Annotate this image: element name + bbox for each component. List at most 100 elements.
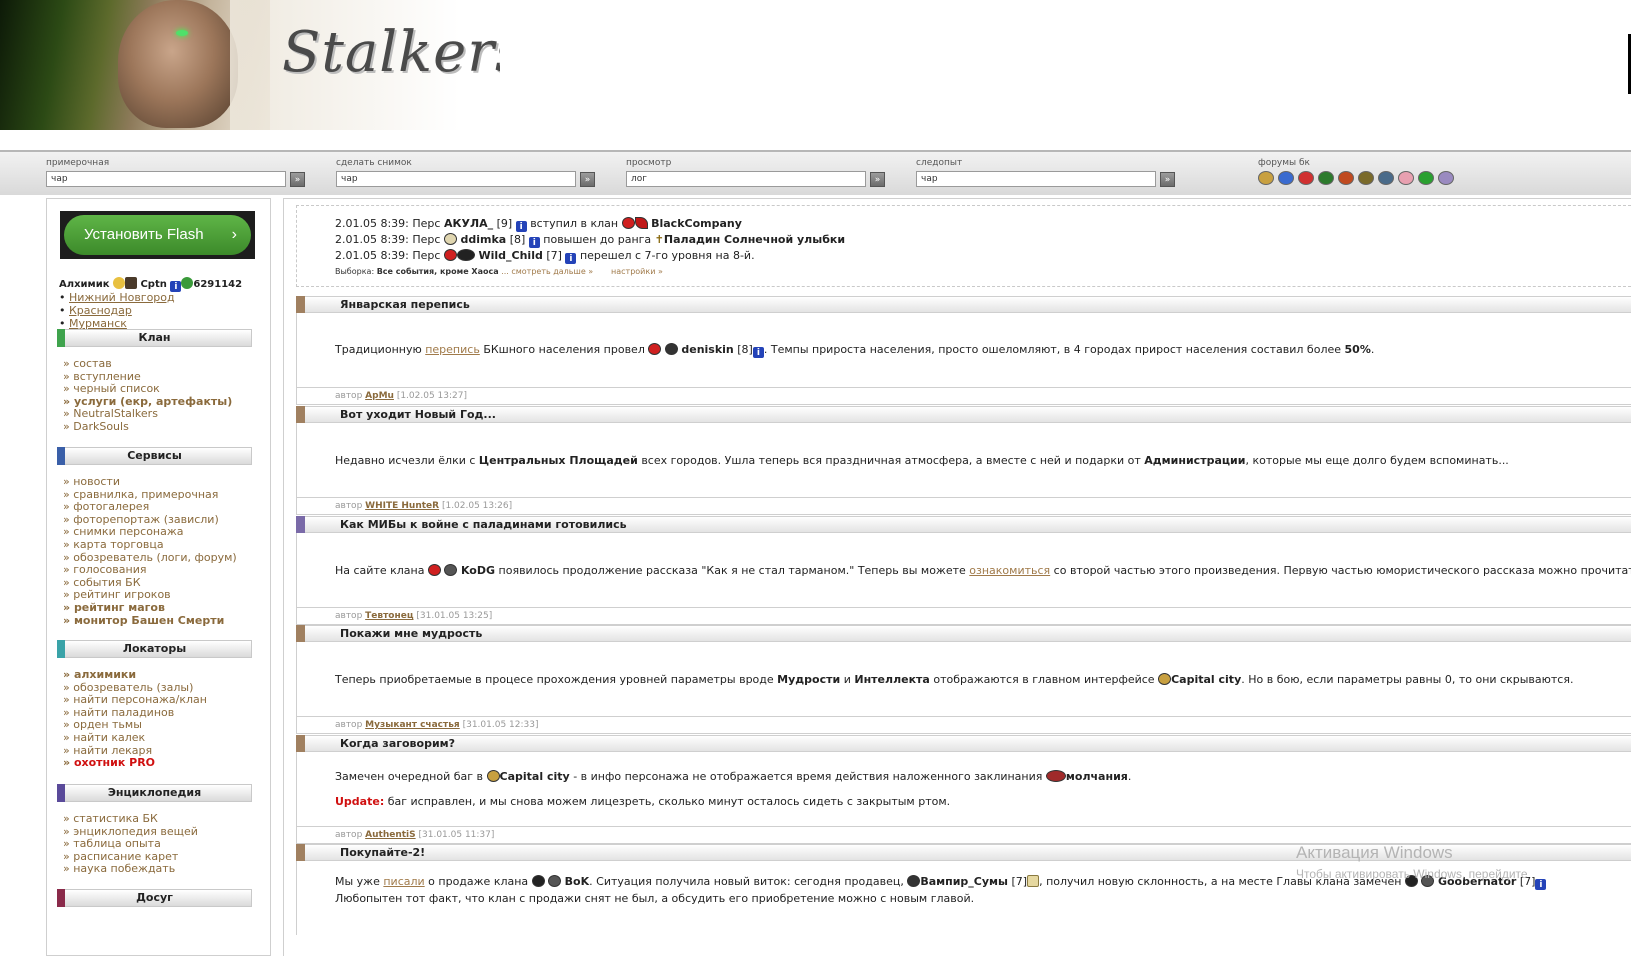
section-title: Клан xyxy=(138,331,171,344)
banner-eye xyxy=(176,30,188,36)
settings-link[interactable]: настройки » xyxy=(611,267,663,276)
sidebar-menu-item[interactable]: найти калек xyxy=(63,731,207,745)
news-footer: автор AuthentiS [31.01.05 11:37] xyxy=(296,826,1631,844)
snapshot-input[interactable] xyxy=(336,171,576,187)
clan-emblem-icon xyxy=(648,342,662,355)
section-menu: алхимикиобозреватель (залы)найти персона… xyxy=(63,668,207,770)
sidebar-menu-item[interactable]: монитор Башен Смерти xyxy=(63,614,237,628)
news-body: Теперь приобретаемые в процесе прохожден… xyxy=(296,642,1631,716)
sidebar-menu-item[interactable]: наука побеждать xyxy=(63,863,198,876)
section-title: Локаторы xyxy=(122,642,187,655)
player-name[interactable]: Wild_Child xyxy=(478,249,542,262)
forum-icon[interactable] xyxy=(1378,171,1394,185)
sidebar-menu-item[interactable]: новости xyxy=(63,475,237,489)
news-title: Покажи мне мудрость xyxy=(340,627,483,640)
view-go-button[interactable]: » xyxy=(870,171,885,187)
section-menu: составвступлениечерный списокуслуги (екр… xyxy=(63,357,232,434)
author-link[interactable]: Музыкант счастья xyxy=(365,720,460,730)
wrote-link[interactable]: писали xyxy=(383,875,424,888)
snapshot-go-button[interactable]: » xyxy=(580,171,595,187)
info-icon[interactable]: i xyxy=(528,237,540,248)
author-link[interactable]: AuthentiS xyxy=(365,830,415,840)
forum-icon[interactable] xyxy=(1318,171,1334,185)
clan-name[interactable]: BoK xyxy=(565,875,589,888)
info-icon[interactable]: i xyxy=(1535,879,1547,890)
forum-icon[interactable] xyxy=(1398,171,1414,185)
see-more-link[interactable]: ... смотреть дальше » xyxy=(501,267,593,276)
author-link[interactable]: ApMu xyxy=(365,391,394,401)
sidebar-menu-item[interactable]: алхимики xyxy=(63,668,207,682)
alignment-icon xyxy=(112,277,125,289)
scroll-icon xyxy=(1027,875,1040,887)
news-title: Вот уходит Новый Год... xyxy=(340,408,496,421)
flash-banner: Установить Flash › xyxy=(60,211,255,259)
tracker-input[interactable] xyxy=(916,171,1156,187)
sidebar-menu-item[interactable]: фотогалерея xyxy=(63,501,237,514)
player-name[interactable]: Вампир_Сумы xyxy=(920,875,1008,888)
left-sidebar: Установить Flash › Алхимик Cptn i 6291142 … xyxy=(46,198,271,956)
forums-label: форумы бк xyxy=(1258,158,1310,168)
city-link[interactable]: Краснодар xyxy=(69,304,132,317)
view-input[interactable] xyxy=(626,171,866,187)
news-footer: автор Тевтонец [31.01.05 13:25] xyxy=(296,607,1631,625)
forum-icon[interactable] xyxy=(1438,171,1454,185)
player-name[interactable]: ddimka xyxy=(460,233,506,246)
section-header: Энциклопедия xyxy=(57,784,252,802)
sidebar-menu-item[interactable]: найти персонажа/клан xyxy=(63,694,207,707)
sidebar-menu-item[interactable]: охотник PRO xyxy=(63,757,207,770)
demon-icon xyxy=(907,875,921,887)
census-link[interactable]: перепись xyxy=(425,343,480,356)
sidebar-menu-item[interactable]: карта торговца xyxy=(63,538,237,552)
forum-icon[interactable] xyxy=(1418,171,1434,185)
fitting-room-input[interactable] xyxy=(46,171,286,187)
author-link[interactable]: Тевтонец xyxy=(365,611,413,621)
info-icon[interactable]: i xyxy=(752,346,764,358)
info-icon[interactable]: i xyxy=(565,253,577,264)
city-link[interactable]: Нижний Новгород xyxy=(69,291,175,304)
news-item: Январская перепись Традиционную перепись… xyxy=(296,296,1631,405)
sidebar-menu-item[interactable]: статистика БК xyxy=(63,812,198,826)
section-title: Энциклопедия xyxy=(107,786,202,799)
tracker-go-button[interactable]: » xyxy=(1160,171,1175,187)
author-link[interactable]: WHITE HunteR xyxy=(365,501,439,511)
forum-icon[interactable] xyxy=(1358,171,1374,185)
clan-icon xyxy=(124,277,137,289)
section-header: Досуг xyxy=(57,889,252,907)
sidebar-menu-item[interactable]: голосования xyxy=(63,564,237,577)
site-logo[interactable]: Stalkers xyxy=(282,20,500,85)
sidebar-menu-item[interactable]: состав xyxy=(63,357,232,371)
forum-icon[interactable] xyxy=(1298,171,1314,185)
city-icon xyxy=(486,770,500,782)
player-name[interactable]: АКУЛА_ xyxy=(444,217,493,230)
snapshot-group: сделать снимок » xyxy=(336,158,595,187)
news-item: Покажи мне мудрость Теперь приобретаемые… xyxy=(296,625,1631,734)
view-group: просмотр » xyxy=(626,158,885,187)
player-name[interactable]: deniskin xyxy=(681,343,733,356)
rank-name: Паладин Солнечной улыбки xyxy=(663,233,846,246)
clan-name[interactable]: BlackCompany xyxy=(651,217,742,230)
sidebar-menu-item[interactable]: DarkSouls xyxy=(63,420,232,434)
clan-name[interactable]: KoDG xyxy=(461,564,495,577)
demon-icon xyxy=(664,342,678,355)
read-link[interactable]: ознакомиться xyxy=(969,564,1050,577)
user-info: Алхимик Cptn i 6291142 xyxy=(59,277,242,292)
sidebar-menu-item[interactable]: таблица опыта xyxy=(63,838,198,851)
forum-icon[interactable] xyxy=(1278,171,1294,185)
sidebar-menu-item[interactable]: черный список xyxy=(63,383,232,396)
section-menu: статистика БКэнциклопедия вещейтаблица о… xyxy=(63,812,198,876)
user-prefix: Алхимик xyxy=(59,279,110,290)
sidebar-menu-item[interactable]: рейтинг магов xyxy=(63,601,237,615)
fitting-room-label: примерочная xyxy=(46,158,110,168)
events-filter: Выборка: Все события, кроме Хаоса ... см… xyxy=(335,267,663,276)
fitting-room-go-button[interactable]: » xyxy=(290,171,305,187)
clan-emblem-icon xyxy=(443,249,457,261)
user-rank[interactable]: Cptn xyxy=(140,279,166,290)
dragon-icon xyxy=(456,249,475,261)
forum-icon[interactable] xyxy=(1338,171,1354,185)
install-flash-button[interactable]: Установить Flash › xyxy=(64,215,251,255)
info-icon[interactable]: i xyxy=(515,221,527,232)
clan-emblem-icon xyxy=(427,563,441,576)
forum-icon[interactable] xyxy=(1258,171,1274,185)
news-title: Когда заговорим? xyxy=(340,737,456,750)
forum-icons xyxy=(1258,171,1454,185)
